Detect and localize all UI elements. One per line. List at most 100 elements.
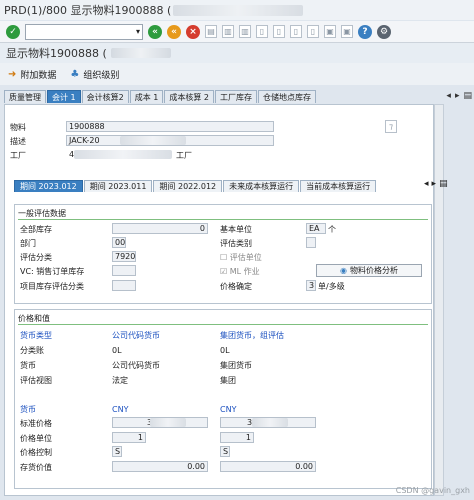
tab-accounting-2[interactable]: 会计核算2 <box>81 90 129 103</box>
prices-section-title: 价格和值 <box>18 314 50 323</box>
tab-storage-stock[interactable]: 仓储地点库存 <box>258 90 317 103</box>
period-list-icon[interactable]: ▤ <box>439 179 448 189</box>
currency-row-label: 货币 <box>20 405 36 414</box>
base-unit-field: EA <box>306 223 326 234</box>
cancel-icon[interactable]: × <box>186 24 200 39</box>
description-label: 描述 <box>10 137 26 146</box>
shortcut-icon[interactable]: ▣ <box>341 25 353 38</box>
settings-icon[interactable]: ⚙ <box>377 24 391 39</box>
tab-future-costing[interactable]: 未来成本核算运行 <box>223 180 300 192</box>
currency-row-col2: CNY <box>220 405 237 414</box>
section-divider <box>18 324 428 325</box>
blurred-plant <box>74 150 172 159</box>
period-prev-icon[interactable]: ◂ <box>424 179 429 189</box>
tab-next-icon[interactable]: ▸ <box>455 91 460 101</box>
enter-icon[interactable]: ✓ <box>6 24 20 39</box>
valuation-view-col2: 集团 <box>220 376 236 385</box>
application-toolbar: ➜ 附加数据 ♣ 组织级别 <box>0 63 474 85</box>
price-control-col1: S <box>112 446 122 457</box>
find-next-icon[interactable]: ▥ <box>239 25 251 38</box>
tab-prev-icon[interactable]: ◂ <box>446 91 451 101</box>
window-title-bar: PRD(1)/800 显示物料1900888 ( <box>0 0 474 20</box>
screen-title: 显示物料1900888 ( <box>6 47 107 60</box>
company-code-currency-head: 公司代码货币 <box>112 331 160 340</box>
total-stock-label: 全部库存 <box>20 225 52 234</box>
currency-row-col1: CNY <box>112 405 129 414</box>
additional-data-label: 附加数据 <box>20 70 57 81</box>
vertical-scrollbar[interactable] <box>434 104 444 496</box>
valuation-category-label: 评估类别 <box>220 239 252 248</box>
tab-accounting-1[interactable]: 会计 1 <box>47 90 81 103</box>
tab-period-2023-011[interactable]: 期间 2023.011 <box>83 180 153 192</box>
valuation-class-label: 评估分类 <box>20 253 52 262</box>
base-unit-label: 基本单位 <box>220 225 252 234</box>
tab-period-2023-012[interactable]: 期间 2023.012 <box>14 180 83 192</box>
valuation-unit-label: 评估单位 <box>229 253 262 262</box>
material-price-analysis-label: 物料价格分析 <box>349 266 398 275</box>
blurred-standard-price-col1 <box>150 418 186 427</box>
arrow-icon: ➜ <box>8 68 17 80</box>
valuation-class-field: 7920 <box>112 251 136 262</box>
period-next-icon[interactable]: ▸ <box>432 179 437 189</box>
ledger-label: 分类账 <box>20 346 44 355</box>
blurred-description <box>120 136 186 145</box>
find-icon[interactable]: ▥ <box>222 25 234 38</box>
command-field[interactable]: ▾ <box>25 23 143 40</box>
view-tabs: 质量管理 会计 1 会计核算2 成本 1 成本核算 2 工厂库存 仓储地点库存 … <box>4 89 472 103</box>
tab-costing-2[interactable]: 成本核算 2 <box>164 90 215 103</box>
description-value: JACK-20 <box>69 136 100 145</box>
chevron-down-icon[interactable]: ▾ <box>136 27 140 36</box>
division-field: 00 <box>112 237 126 248</box>
blurred-header-text <box>110 48 171 58</box>
back-icon[interactable]: « <box>148 24 162 39</box>
help-icon[interactable]: ? <box>358 24 372 39</box>
price-unit-label: 价格单位 <box>20 434 52 443</box>
tab-period-2022-012[interactable]: 期间 2022.012 <box>153 180 223 192</box>
material-price-analysis-button[interactable]: ◉ 物料价格分析 <box>316 264 422 277</box>
price-control-label: 价格控制 <box>20 448 52 457</box>
price-determination-label: 价格确定 <box>220 282 252 291</box>
tab-current-costing[interactable]: 当前成本核算运行 <box>300 180 377 192</box>
price-unit-col1: 1 <box>112 432 146 443</box>
period-tab-navigation: ◂ ▸ ▤ <box>424 179 448 189</box>
tab-plant-stock[interactable]: 工厂库存 <box>215 90 258 103</box>
valuation-unit-checkbox: ☐ 评估单位 <box>220 253 262 262</box>
tab-costing-1[interactable]: 成本 1 <box>129 90 164 103</box>
tab-quality[interactable]: 质量管理 <box>4 90 46 103</box>
org-levels-label: 组织级别 <box>83 70 120 81</box>
project-stock-label: 项目库存评估分类 <box>20 282 84 291</box>
blurred-standard-price-col2 <box>252 418 288 427</box>
ledger-col1: 0L <box>112 346 122 355</box>
text-icon[interactable]: ⁊ <box>385 120 397 133</box>
prev-page-icon[interactable]: ▯ <box>273 25 285 38</box>
base-unit-text: 个 <box>328 225 336 234</box>
tab-list-icon[interactable]: ▤ <box>463 91 472 101</box>
section-divider <box>18 219 428 220</box>
watermark: CSDN @gavin_gxh <box>395 486 470 495</box>
vc-sales-order-field <box>112 265 136 276</box>
stock-value-col1: 0.00 <box>112 461 208 472</box>
currency-col1: 公司代码货币 <box>112 361 160 370</box>
price-analysis-icon: ◉ <box>340 266 347 275</box>
screen-title-bar: 显示物料1900888 ( <box>0 43 474 63</box>
price-determination-field: 3 <box>306 280 316 291</box>
plant-label: 工厂 <box>10 151 26 160</box>
exit-icon[interactable]: « <box>167 24 181 39</box>
ledger-col2: 0L <box>220 346 230 355</box>
print-icon[interactable]: ▤ <box>205 25 217 38</box>
last-page-icon[interactable]: ▯ <box>307 25 319 38</box>
total-stock-field: 0 <box>112 223 208 234</box>
valuation-category-field <box>306 237 316 248</box>
ml-active-checkbox: ☑ ML 作业 <box>220 267 260 276</box>
division-label: 部门 <box>20 239 36 248</box>
next-page-icon[interactable]: ▯ <box>290 25 302 38</box>
new-session-icon[interactable]: ▣ <box>324 25 336 38</box>
window-title: PRD(1)/800 显示物料1900888 ( <box>4 4 172 17</box>
additional-data-button[interactable]: ➜ 附加数据 <box>8 68 56 81</box>
price-control-col2: S <box>220 446 230 457</box>
first-page-icon[interactable]: ▯ <box>256 25 268 38</box>
org-levels-button[interactable]: ♣ 组织级别 <box>70 68 119 81</box>
standard-toolbar: ✓ ▾ « « × ▤ ▥ ▥ ▯ ▯ ▯ ▯ ▣ ▣ ? ⚙ <box>0 21 474 43</box>
material-field[interactable]: 1900888 <box>66 121 274 132</box>
plant-suffix: 工厂 <box>176 151 192 160</box>
